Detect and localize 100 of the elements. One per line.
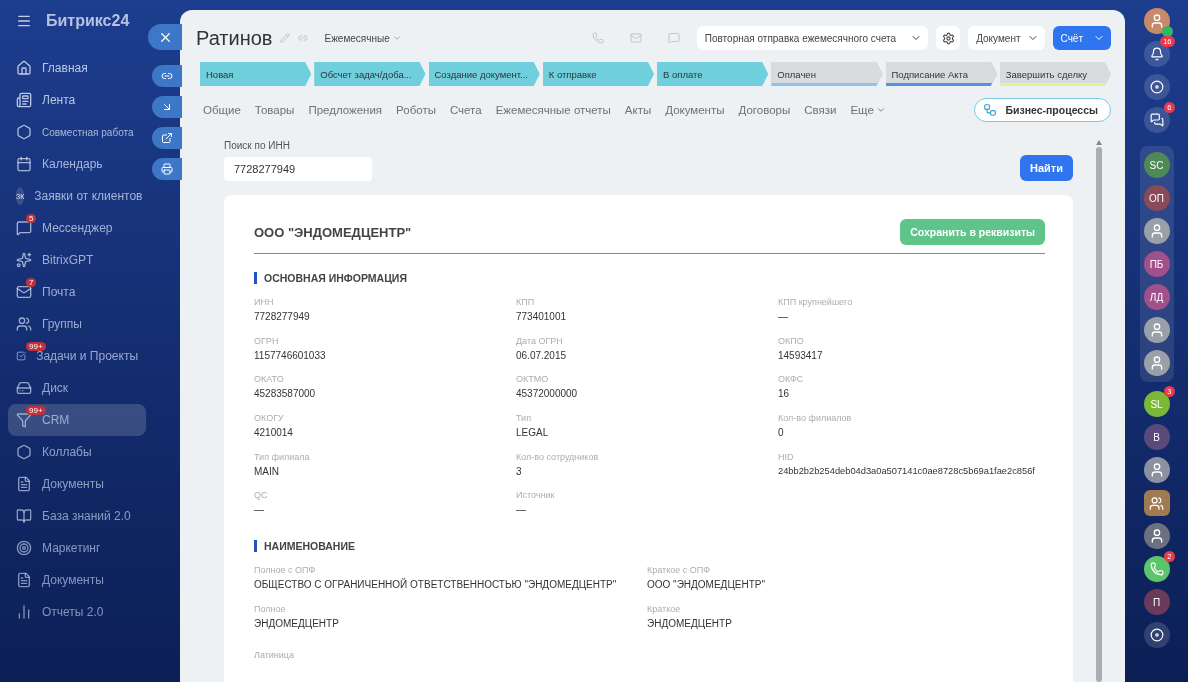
target-icon <box>16 540 32 556</box>
count-badge: 99+ <box>26 406 46 415</box>
user-avatar[interactable] <box>1143 317 1170 343</box>
sidebar-item[interactable]: Диск <box>8 372 146 404</box>
scroll-up-icon[interactable] <box>1096 140 1102 145</box>
book-icon <box>16 508 32 524</box>
tab[interactable]: Связи <box>797 100 844 120</box>
field-value: — <box>516 504 527 516</box>
sidebar-item[interactable]: BitrixGPT <box>8 244 146 276</box>
stage-step[interactable]: Новая <box>200 62 312 86</box>
field-label: Поиск по ИНН <box>224 140 291 151</box>
stage-step[interactable]: К отправке <box>542 62 654 86</box>
tab[interactable]: Договоры <box>731 100 798 120</box>
mail-icon <box>16 284 32 300</box>
find-button[interactable]: Найти <box>1020 155 1073 181</box>
sidebar-item[interactable]: Отчеты 2.0 <box>8 596 146 628</box>
close-button[interactable] <box>148 24 182 50</box>
user-avatar[interactable]: В <box>1143 424 1170 450</box>
minimize-button[interactable] <box>152 96 182 118</box>
inn-field[interactable]: 7728277949 <box>224 157 372 181</box>
user-avatar[interactable] <box>1143 457 1170 483</box>
sidebar-item[interactable]: Задачи и Проекты 99+ <box>8 340 146 372</box>
field-label: ОКФС <box>778 374 805 385</box>
field-value: 24bb2b2b254deb04d3a0a507141c0ae8728c5b69a1fae2c856f <box>778 466 1036 477</box>
business-processes-button[interactable]: Бизнес-процессы <box>974 98 1111 122</box>
status-dot <box>1161 26 1173 37</box>
document-button[interactable]: Документ <box>968 26 1045 50</box>
tab[interactable]: Роботы <box>389 100 443 120</box>
field-label: ОГРН <box>254 335 280 346</box>
sidebar-item[interactable]: Мессенджер 5 <box>8 212 146 244</box>
hexagon-icon <box>16 124 32 140</box>
sidebar-item[interactable]: Документы <box>8 468 146 500</box>
sidebar-item[interactable]: Группы <box>8 308 146 340</box>
field-value: 16 <box>778 388 791 400</box>
group-avatar[interactable] <box>1143 490 1170 516</box>
tab[interactable]: Предложения <box>301 100 390 120</box>
field-value: 773401001 <box>516 310 568 322</box>
settings-button[interactable] <box>936 26 961 50</box>
user-avatar[interactable] <box>1143 523 1170 549</box>
user-avatar[interactable]: П <box>1143 589 1170 615</box>
count-badge: 7 <box>26 278 37 287</box>
brand-logo[interactable]: Битрикс24 <box>46 12 130 30</box>
field-label: Кол-во сотрудников <box>516 451 600 462</box>
hexagon-icon <box>16 444 32 460</box>
stage-step[interactable]: Завершить сделку <box>999 62 1111 86</box>
field-value: LEGAL <box>516 426 550 438</box>
copy-link-button[interactable] <box>152 65 182 87</box>
call-button[interactable] <box>1143 556 1170 582</box>
invoice-button[interactable]: Счёт <box>1052 26 1111 50</box>
caret-icon <box>875 105 886 115</box>
user-avatar[interactable]: ПБ <box>1143 251 1170 277</box>
category-dropdown[interactable]: Ежемесячные <box>324 32 402 44</box>
open-button[interactable] <box>152 127 182 149</box>
sidebar-item[interactable]: База знаний 2.0 <box>8 500 146 532</box>
sidebar-item[interactable]: Документы <box>8 564 146 596</box>
tab[interactable]: Ежемесячные отчеты <box>488 100 618 120</box>
sidebar-item[interactable]: Совместная работа <box>8 116 146 148</box>
sidebar-item[interactable]: Главная <box>8 52 146 84</box>
tab[interactable]: Общие <box>196 100 248 120</box>
copilot-button[interactable] <box>1143 74 1170 100</box>
chat-button[interactable] <box>1143 107 1170 133</box>
stage-step[interactable]: Подписание Акта <box>885 62 997 86</box>
sidebar-item[interactable]: Коллабы <box>8 436 146 468</box>
stage-step[interactable]: Создание документ... <box>428 62 540 86</box>
sidebar-item[interactable]: Лента <box>8 84 146 116</box>
print-button[interactable] <box>152 158 182 180</box>
field-value: ОБЩЕСТВО С ОГРАНИЧЕННОЙ ОТВЕТСТВЕННОСТЬЮ "ЭНДОМЕДЦЕНТР" <box>254 578 618 590</box>
sidebar-item[interactable]: CRM 99+ <box>8 404 146 436</box>
field-value: — <box>254 504 265 516</box>
copilot-button[interactable] <box>1143 622 1170 648</box>
tab[interactable]: Акты <box>617 100 659 120</box>
stage-step[interactable]: Обсчет задач/доба... <box>314 62 426 86</box>
menu-icon[interactable] <box>16 13 32 29</box>
field-value: ООО "ЭНДОМЕДЦЕНТР" <box>647 578 766 590</box>
user-avatar[interactable]: ЛД <box>1143 284 1170 310</box>
sidebar-item[interactable]: Календарь <box>8 148 146 180</box>
user-avatar[interactable]: ОП <box>1143 185 1170 211</box>
home-icon <box>16 60 32 76</box>
tab[interactable]: Товары <box>247 100 302 120</box>
notifications-button[interactable] <box>1143 41 1170 67</box>
tab[interactable]: Еще <box>843 100 893 120</box>
user-avatar[interactable] <box>1143 218 1170 244</box>
tab[interactable]: Документы <box>658 100 732 120</box>
stage-step[interactable]: В оплате <box>657 62 769 86</box>
chat-icon <box>1149 113 1164 127</box>
user-avatar[interactable] <box>1143 350 1170 376</box>
section-title: ОСНОВНАЯ ИНФОРМАЦИЯ <box>254 272 1045 284</box>
user-avatar[interactable] <box>1143 8 1170 34</box>
sidebar-item[interactable]: Почта 7 <box>8 276 146 308</box>
tab[interactable]: Счета <box>442 100 489 120</box>
field-label: КПП <box>516 296 536 307</box>
template-select[interactable]: Повторная отправка ежемесячного счета <box>696 26 929 50</box>
caret-icon <box>391 33 402 43</box>
field-value: 06.07.2015 <box>516 349 568 361</box>
stage-step[interactable]: Оплачен <box>771 62 883 86</box>
field-label: QC <box>254 490 269 501</box>
scrollbar[interactable] <box>1095 140 1103 682</box>
user-avatar[interactable]: SC <box>1143 152 1170 178</box>
sidebar-item[interactable]: Маркетинг <box>8 532 146 564</box>
drive-icon <box>16 380 32 396</box>
